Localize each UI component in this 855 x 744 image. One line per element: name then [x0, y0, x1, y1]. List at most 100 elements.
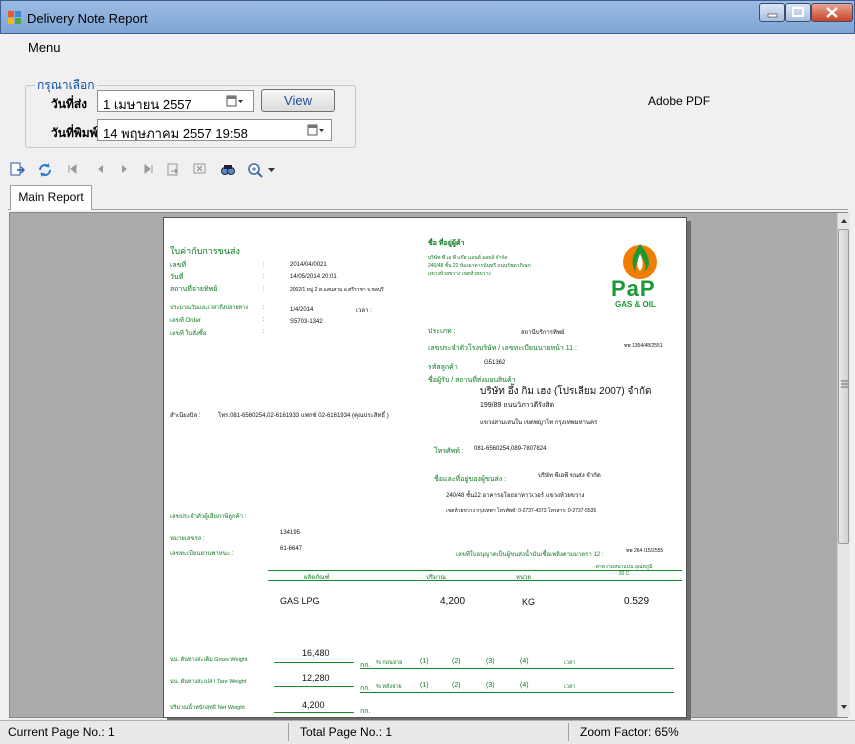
- tare-weight-label: นน. ตันทางสะเปล่า Tare Weight: [170, 679, 247, 685]
- prev-page-icon[interactable]: [94, 162, 106, 176]
- customer-code-label: รหัสลูกค้า: [428, 364, 458, 371]
- status-separator: [568, 723, 569, 741]
- app-icon: [8, 11, 21, 24]
- colon: :: [263, 286, 265, 292]
- phone-value: 081-6560254,089-7807824: [474, 446, 547, 452]
- time2-label: เวลา: [564, 684, 576, 690]
- time-label: เวลา :: [356, 308, 372, 314]
- report-toolbar: [0, 156, 855, 184]
- view-button[interactable]: View: [261, 89, 335, 112]
- maximize-icon: [792, 7, 804, 17]
- refresh-icon[interactable]: [37, 162, 53, 178]
- note-value: โทร.081-6560254,02-6161933 แฟกซ์ 02-6161…: [218, 413, 389, 419]
- delivery-date-value: 1/4/2014: [290, 307, 314, 313]
- zoom-icon[interactable]: [247, 162, 267, 178]
- maximize-button[interactable]: [785, 3, 811, 22]
- zoom-status: Zoom Factor: 65%: [580, 725, 679, 739]
- scroll-up-icon[interactable]: [838, 215, 850, 227]
- note-label: สำเนียงบิล :: [170, 413, 201, 419]
- vehicle-label: หมายเลขรถ :: [170, 536, 205, 542]
- table-cell-quantity: 4,200: [440, 596, 466, 607]
- grip-icon: [841, 380, 848, 388]
- net-weight-value: 4,200: [302, 700, 325, 710]
- check-2: (2): [452, 658, 461, 665]
- transport-name: บริษัท พีเอพี ขนส่ง จำกัด: [538, 473, 601, 479]
- plate-no-value: 61-6647: [280, 546, 303, 552]
- table-cell-density: 0.529: [624, 596, 650, 607]
- colon: :: [263, 305, 265, 311]
- check-3: (3): [486, 658, 495, 665]
- tab-strip: [8, 184, 848, 210]
- doc-no-label: เลขที่: [170, 262, 187, 269]
- check-4: (4): [520, 658, 529, 665]
- tare-weight-value: 12,280: [302, 673, 330, 683]
- last-page-icon[interactable]: [143, 162, 155, 176]
- transport-address-1: 240/48 ชั้น22 อาคารอโยธยาทาวเวอร์ แขวงห้…: [446, 493, 585, 499]
- time2-label: เวลา: [564, 660, 576, 666]
- send-date-label: วันที่ส่ง: [51, 97, 88, 111]
- total-page-status: Total Page No.: 1: [300, 725, 393, 739]
- find-icon[interactable]: [220, 162, 236, 178]
- after-line: [360, 692, 674, 693]
- after-label: % หลังจ่าย: [376, 684, 402, 690]
- filter-group-title: กรุณาเลือก: [35, 76, 97, 95]
- seller-address-2: แขวงห้วยขวาง เขตห้วยขวาง: [428, 271, 491, 277]
- close-report-icon[interactable]: [193, 162, 207, 176]
- unit-kg: กก.: [360, 708, 371, 715]
- type-value: สถานีบริการทิพย์: [521, 330, 565, 336]
- calendar-dropdown-icon: [226, 95, 243, 107]
- colon: :: [263, 262, 265, 268]
- gross-line: [274, 662, 354, 663]
- check-4: (4): [520, 682, 529, 689]
- net-weight-label: ปริมาณน้ำหนักสุทธิ Net Weight: [170, 705, 245, 711]
- seller-address-1: 240/48 ชั้น 22 ห้องอาคารนันทรี ถนนรัชดาภ…: [428, 263, 531, 269]
- minimize-button[interactable]: [759, 3, 785, 22]
- table-row: GAS LPG: [280, 596, 320, 606]
- scrollbar-thumb[interactable]: [838, 229, 849, 544]
- report-page: ใบค่ากับการขนส่ง เลขที่ : 2014/04/0021 ว…: [163, 217, 687, 718]
- tab-main-report[interactable]: Main Report: [10, 185, 92, 210]
- menu-bar: Menu: [0, 34, 855, 60]
- customer-code-value: G51362: [484, 360, 506, 366]
- calendar-dropdown-icon: [307, 124, 324, 136]
- check-2: (2): [452, 682, 461, 689]
- menu-item-menu[interactable]: Menu: [28, 40, 61, 55]
- date-value: 14/05/2014 20:01: [290, 274, 337, 280]
- transport-label: ชื่อและที่อยู่ของผู้ขนส่ง :: [434, 476, 507, 483]
- colon: :: [263, 317, 265, 323]
- order-no-value: S5703-1342: [290, 319, 323, 325]
- report-title: ใบค่ากับการขนส่ง: [170, 246, 240, 256]
- order-no-label: เลขที่ Order: [170, 318, 201, 324]
- permit-no-value: ทพ 264 /15/2555: [626, 548, 664, 554]
- vehicle-no-value: 134195: [280, 530, 301, 536]
- scroll-down-icon[interactable]: [838, 701, 850, 713]
- next-page-icon[interactable]: [119, 162, 131, 176]
- location-label: สถานที่จ่ายทิพย์: [170, 286, 218, 293]
- export-icon[interactable]: [9, 162, 25, 178]
- first-page-icon[interactable]: [66, 162, 78, 176]
- net-line: [274, 712, 354, 713]
- receiver-name: บริษัท อึ้ง กิม เฮง (โปรเลียม 2007) จำกั…: [480, 386, 652, 397]
- phone-label: โทรศัพท์ :: [434, 448, 464, 455]
- before-label: % ก่อนจ่าย: [376, 660, 403, 666]
- send-date-value: 1 เมษายน 2557: [103, 97, 192, 112]
- title-bar: Delivery Note Report: [0, 0, 855, 34]
- table-header-line: [268, 580, 682, 581]
- colon: :: [263, 274, 265, 280]
- check-1: (1): [420, 682, 429, 689]
- goto-page-icon[interactable]: [165, 162, 181, 178]
- send-date-picker[interactable]: 1 เมษายน 2557: [97, 90, 254, 112]
- adobe-pdf-label: Adobe PDF: [648, 94, 711, 108]
- table-cell-unit: KG: [522, 597, 536, 607]
- before-line: [360, 668, 674, 669]
- plate-label: เลขทะเบียนยานพาหนะ :: [170, 551, 234, 557]
- receiver-address-2: แขวงสามเสนใน เขตพญาไท กรุงเทพมหานคร: [480, 420, 598, 426]
- chevron-down-icon[interactable]: [268, 168, 276, 174]
- seller-name-label: ชื่อ ที่อยู่ผู้ค้า: [428, 240, 465, 247]
- logo-subtext: GAS & OIL: [615, 300, 656, 309]
- print-date-picker[interactable]: 14 พฤษภาคม 2557 19:58: [97, 119, 332, 141]
- close-button[interactable]: [811, 3, 853, 22]
- gross-weight-value: 16,480: [302, 648, 330, 658]
- table-header-density: ค่าความหนาแน่น อุณหภูมิ 30 C: [595, 564, 653, 577]
- status-bar: Current Page No.: 1 Total Page No.: 1 Zo…: [0, 720, 855, 744]
